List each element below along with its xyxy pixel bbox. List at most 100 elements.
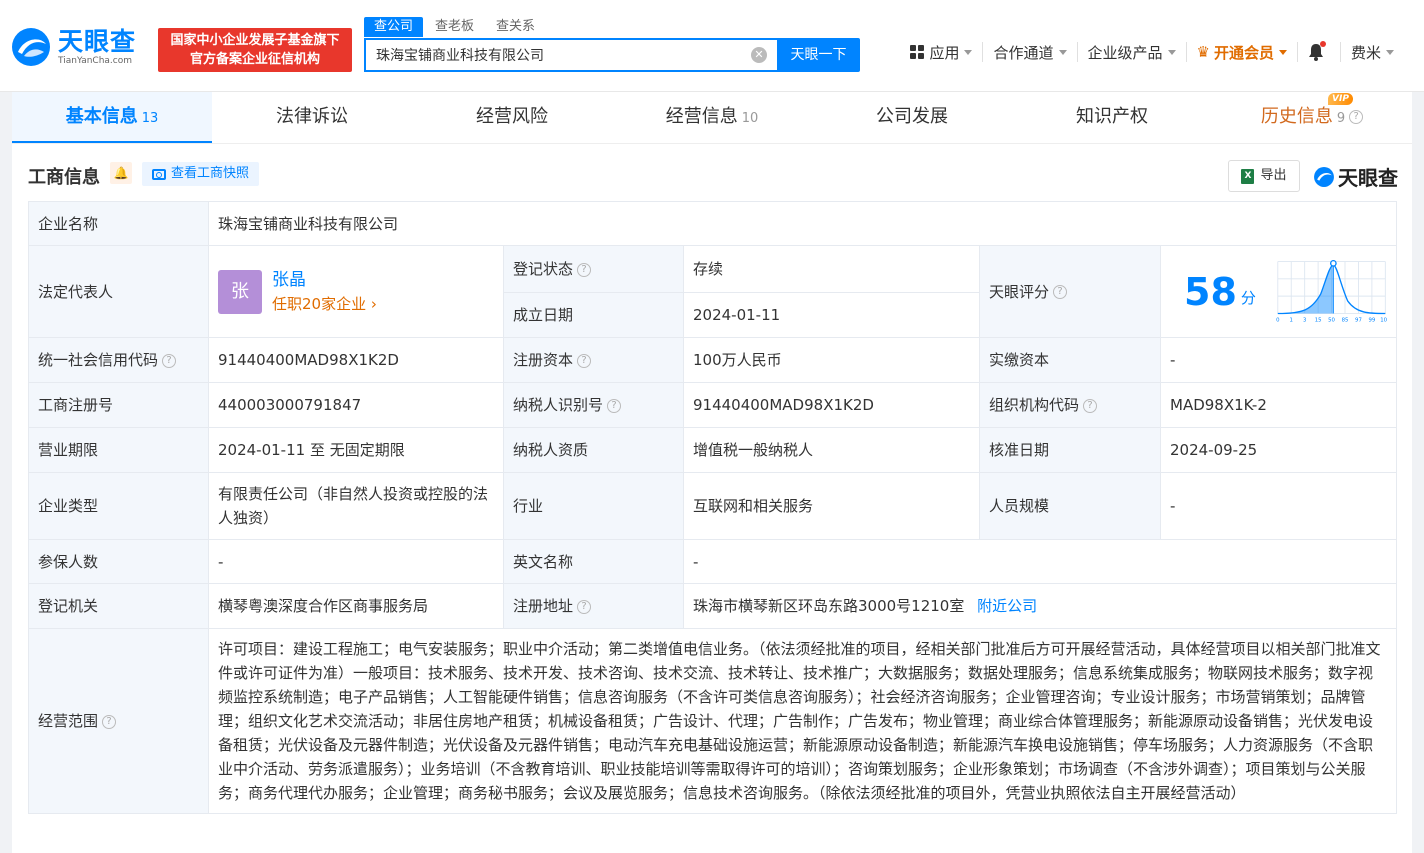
score-axis-tick: 85 xyxy=(1341,317,1348,323)
section-header: 工商信息 🔔 查看工商快照 X 导出 天眼查 xyxy=(28,160,1398,192)
taxpayer-qual-label: 纳税人资质 xyxy=(503,427,684,473)
table-row: 企业名称 珠海宝铺商业科技有限公司 xyxy=(28,201,1398,246)
tab-label: 历史信息 xyxy=(1260,106,1333,127)
english-name-value: - xyxy=(682,539,1398,584)
tab-count: 9 xyxy=(1336,111,1346,126)
search-tab-company[interactable]: 查公司 xyxy=(364,17,424,37)
credit-code-value: 91440400MAD98X1K2D xyxy=(208,337,504,383)
tab-development[interactable]: 公司发展 xyxy=(812,92,1012,143)
score-distribution-chart: 0 1 3 15 50 85 97 99 100 xyxy=(1276,259,1387,323)
legal-rep-sub-label: 任职20家企业 xyxy=(272,294,367,313)
reg-no-value: 440003000791847 xyxy=(208,382,504,428)
search-input[interactable] xyxy=(366,40,736,70)
tab-label: 经营风险 xyxy=(476,106,548,127)
tab-ip[interactable]: 知识产权 xyxy=(1012,92,1212,143)
tab-risk[interactable]: 经营风险 xyxy=(412,92,612,143)
score-axis-tick: 1 xyxy=(1289,317,1292,323)
nav-notifications[interactable] xyxy=(1298,41,1341,62)
tab-label: 公司发展 xyxy=(876,106,948,127)
reg-status-label: 登记状态? xyxy=(503,245,684,293)
tab-history[interactable]: VIP 历史信息 9? xyxy=(1212,92,1412,143)
tab-label: 法律诉讼 xyxy=(276,106,348,127)
clear-icon[interactable]: ✕ xyxy=(751,47,767,63)
table-row: 工商注册号 440003000791847 纳税人识别号? 91440400MA… xyxy=(28,382,1398,428)
staff-value: - xyxy=(1159,472,1398,540)
top-header: 天眼查 TianYanCha.com 国家中小企业发展子基金旗下 官方备案企业征… xyxy=(0,0,1424,92)
search-type-tabs: 查公司 查老板 查关系 xyxy=(364,17,547,37)
authority-value: 横琴粤澳深度合作区商事服务局 xyxy=(208,583,504,629)
export-button-label: 导出 xyxy=(1260,168,1287,183)
logo-subtitle: TianYanCha.com xyxy=(58,55,133,66)
address-value: 珠海市横琴新区环岛东路3000号1210室 xyxy=(693,597,965,615)
found-date-value: 2024-01-11 xyxy=(683,292,980,338)
industry-value: 互联网和相关服务 xyxy=(683,472,980,540)
chevron-down-icon xyxy=(964,49,973,55)
legal-rep-companies-link[interactable]: 任职20家企业 › xyxy=(272,292,377,316)
search-tab-boss[interactable]: 查老板 xyxy=(425,17,484,37)
help-icon[interactable]: ? xyxy=(577,262,592,277)
nav-enterprise[interactable]: 企业级产品 xyxy=(1078,42,1187,62)
score-cell[interactable]: 58 分 0 1 3 15 50 85 97 99 100 xyxy=(1159,245,1398,338)
search-button[interactable]: 天眼一下 xyxy=(777,38,860,72)
table-row: 统一社会信用代码? 91440400MAD98X1K2D 注册资本? 100万人… xyxy=(28,337,1398,383)
nav-partner[interactable]: 合作通道 xyxy=(983,42,1078,62)
nav-vip[interactable]: ♛ 开通会员 xyxy=(1187,42,1298,62)
company-detail-card: 基本信息 13 法律诉讼 经营风险 经营信息 10 公司发展 知识产权 VIP 历史… xyxy=(12,92,1412,853)
help-icon[interactable]: ? xyxy=(607,398,622,413)
help-icon[interactable]: ? xyxy=(102,714,117,729)
banner-line-2: 官方备案企业征信机构 xyxy=(189,52,320,67)
taxpayer-qual-value: 增值税一般纳税人 xyxy=(683,427,980,473)
export-button[interactable]: X 导出 xyxy=(1228,160,1300,192)
nav-user[interactable]: 费米 xyxy=(1341,42,1404,62)
help-icon[interactable]: ? xyxy=(1053,285,1068,299)
search-box: ✕ xyxy=(364,38,777,72)
org-code-label-text: 组织机构代码 xyxy=(989,396,1080,414)
tab-label: 基本信息 xyxy=(65,106,138,127)
banner-line-1: 国家中小企业发展子基金旗下 xyxy=(170,33,340,48)
tab-basic-info[interactable]: 基本信息 13 xyxy=(12,92,212,143)
camera-icon xyxy=(152,168,166,180)
vip-badge: VIP xyxy=(1328,93,1353,105)
bell-alert-icon[interactable]: 🔔 xyxy=(110,162,132,184)
chevron-down-icon xyxy=(1278,49,1287,55)
score-fill xyxy=(1277,264,1334,314)
help-icon[interactable]: ? xyxy=(162,353,177,368)
help-icon[interactable]: ? xyxy=(577,599,592,614)
notification-dot xyxy=(1319,41,1326,47)
approve-date-value: 2024-09-25 xyxy=(1159,427,1398,473)
term-value: 2024-01-11 至 无固定期限 xyxy=(208,427,504,473)
brand-watermark: 天眼查 xyxy=(1313,162,1398,191)
org-code-value: MAD98X1K-2 xyxy=(1159,382,1398,428)
legal-rep-label: 法定代表人 xyxy=(28,245,209,338)
chevron-down-icon xyxy=(1386,49,1394,55)
scope-label-text: 经营范围 xyxy=(38,712,99,730)
nav-partner-label: 合作通道 xyxy=(993,43,1054,62)
score-axis-tick: 97 xyxy=(1355,317,1362,323)
section-title: 工商信息 xyxy=(28,167,100,188)
brand-text: 天眼查 xyxy=(1338,166,1398,190)
score-axis-tick: 3 xyxy=(1303,317,1306,323)
logo-title: 天眼查 xyxy=(58,26,137,56)
tab-legal[interactable]: 法律诉讼 xyxy=(212,92,412,143)
nav-apps[interactable]: 应用 xyxy=(900,42,984,62)
score-axis-tick: 100 xyxy=(1380,317,1387,323)
search-tab-relation[interactable]: 查关系 xyxy=(486,17,545,37)
site-logo[interactable]: 天眼查 TianYanCha.com xyxy=(10,26,136,68)
help-icon[interactable]: ? xyxy=(577,353,592,368)
table-row: 法定代表人 张 张晶 任职20家企业 › 登记状态? 存续 天眼评分? 58 分 xyxy=(28,245,1398,338)
snapshot-button[interactable]: 查看工商快照 xyxy=(142,162,260,186)
table-row: 营业期限 2024-01-11 至 无固定期限 纳税人资质 增值税一般纳税人 核… xyxy=(28,427,1398,473)
reg-status-label-text: 登记状态 xyxy=(513,260,574,278)
legal-rep-name[interactable]: 张晶 xyxy=(272,268,377,292)
insured-value: - xyxy=(208,539,504,584)
score-unit: 分 xyxy=(1240,288,1256,307)
excel-icon: X xyxy=(1241,168,1255,184)
help-icon[interactable]: ? xyxy=(1349,110,1364,124)
avatar[interactable]: 张 xyxy=(218,269,262,314)
tab-business[interactable]: 经营信息 10 xyxy=(612,92,812,143)
chevron-down-icon xyxy=(1058,49,1067,55)
term-label: 营业期限 xyxy=(28,427,209,473)
nearby-companies-link[interactable]: 附近公司 xyxy=(977,597,1037,615)
help-icon[interactable]: ? xyxy=(1083,398,1098,413)
crown-icon: ♛ xyxy=(1196,43,1210,61)
